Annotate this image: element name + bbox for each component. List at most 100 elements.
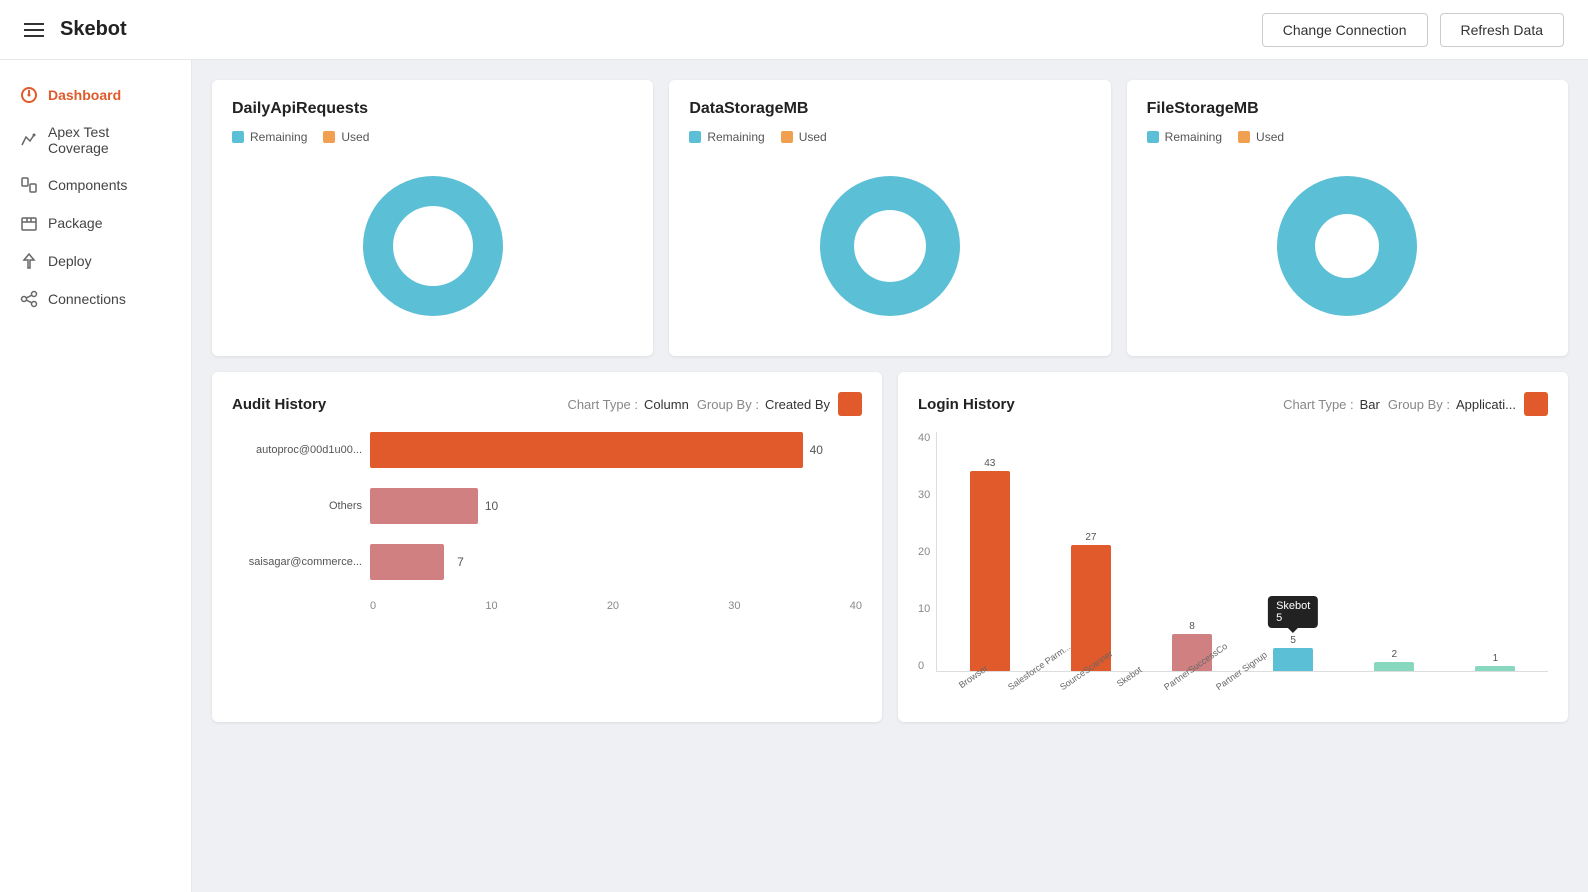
sidebar-item-connections[interactable]: Connections <box>0 280 191 318</box>
file-storage-legend: Remaining Used <box>1147 130 1548 144</box>
file-storage-remaining-legend: Remaining <box>1147 130 1222 144</box>
audit-bar-track-1: 10 <box>370 488 862 524</box>
sidebar-label-package: Package <box>48 215 102 231</box>
data-storage-legend: Remaining Used <box>689 130 1090 144</box>
file-storage-card: FileStorageMB Remaining Used <box>1127 80 1568 356</box>
ds-used-label: Used <box>799 130 827 144</box>
login-chart-header: Login History Chart Type : Bar Group By … <box>918 392 1548 416</box>
sidebar-item-deploy[interactable]: Deploy <box>0 242 191 280</box>
main-layout: Dashboard Apex Test Coverage Components <box>0 60 1588 892</box>
sidebar-label-apex: Apex Test Coverage <box>48 124 171 156</box>
login-y-3: 30 <box>918 489 930 501</box>
audit-color-swatch <box>838 392 862 416</box>
audit-bar-row-0: autoproc@00d1u00... 40 <box>232 432 862 468</box>
login-group-by: Group By : Applicati... <box>1388 397 1516 412</box>
login-color-swatch <box>1524 392 1548 416</box>
daily-api-svg <box>353 166 513 326</box>
refresh-data-button[interactable]: Refresh Data <box>1440 13 1564 47</box>
login-y-0: 0 <box>918 660 930 672</box>
login-chart-type-label: Chart Type : <box>1283 397 1354 412</box>
sidebar-item-apex[interactable]: Apex Test Coverage <box>0 114 191 166</box>
fs-remaining-label: Remaining <box>1165 130 1222 144</box>
data-storage-chart <box>689 156 1090 336</box>
audit-group-by: Group By : Created By <box>697 397 830 412</box>
login-bar-5 <box>1475 666 1515 671</box>
audit-bar-label-0: autoproc@00d1u00... <box>232 444 362 456</box>
audit-chart-type-value: Column <box>644 397 689 412</box>
login-title: Login History <box>918 396 1275 413</box>
ds-remaining-label: Remaining <box>707 130 764 144</box>
login-y-4: 40 <box>918 432 930 444</box>
audit-bar-track-2: 7 <box>370 544 862 580</box>
login-bars-container: 43 27 8 <box>936 432 1548 672</box>
fs-used-dot <box>1238 131 1250 143</box>
sidebar-label-deploy: Deploy <box>48 253 92 269</box>
daily-api-legend: Remaining Used <box>232 130 633 144</box>
tooltip-label: Skebot <box>1276 600 1310 612</box>
login-bar-val-4: 2 <box>1392 649 1398 660</box>
main-content: DailyApiRequests Remaining Used <box>192 60 1588 892</box>
audit-bar-row-2: saisagar@commerce... 7 <box>232 544 862 580</box>
connections-icon <box>20 290 38 308</box>
top-cards-row: DailyApiRequests Remaining Used <box>212 80 1568 356</box>
apex-icon <box>20 131 38 149</box>
data-storage-title: DataStorageMB <box>689 100 1090 118</box>
login-bar-group-4: 2 <box>1350 649 1439 671</box>
fs-used-label: Used <box>1256 130 1284 144</box>
used-label: Used <box>341 130 369 144</box>
audit-x-axis: 0 10 20 30 40 <box>232 600 862 612</box>
sidebar-label-components: Components <box>48 177 127 193</box>
login-bar-val-2: 8 <box>1189 621 1195 632</box>
daily-api-title: DailyApiRequests <box>232 100 633 118</box>
sidebar-item-dashboard[interactable]: Dashboard <box>0 76 191 114</box>
login-bar-val-0: 43 <box>984 458 995 469</box>
sidebar: Dashboard Apex Test Coverage Components <box>0 60 192 892</box>
tooltip-value: 5 <box>1276 612 1282 624</box>
login-chart-body: 0 10 20 30 40 43 <box>918 432 1548 702</box>
login-history-card: Login History Chart Type : Bar Group By … <box>898 372 1568 722</box>
audit-title: Audit History <box>232 396 559 413</box>
audit-bar-val-1: 10 <box>485 499 498 513</box>
audit-bar-label-2: saisagar@commerce... <box>232 556 362 568</box>
daily-api-chart <box>232 156 633 336</box>
sidebar-label-dashboard: Dashboard <box>48 87 121 103</box>
audit-chart-header: Audit History Chart Type : Column Group … <box>232 392 862 416</box>
daily-api-used-legend: Used <box>323 130 369 144</box>
audit-bar-val-2: 7 <box>457 555 464 569</box>
file-storage-used-legend: Used <box>1238 130 1284 144</box>
change-connection-button[interactable]: Change Connection <box>1262 13 1428 47</box>
fs-remaining-dot <box>1147 131 1159 143</box>
audit-bar-track-0: 40 <box>370 432 862 468</box>
sidebar-item-components[interactable]: Components <box>0 166 191 204</box>
login-bar-group-0: 43 <box>945 458 1034 671</box>
remaining-label: Remaining <box>250 130 307 144</box>
components-icon <box>20 176 38 194</box>
audit-x-3: 30 <box>728 600 740 612</box>
audit-x-1: 10 <box>485 600 497 612</box>
file-storage-svg <box>1267 166 1427 326</box>
bottom-cards-row: Audit History Chart Type : Column Group … <box>212 372 1568 722</box>
deploy-icon <box>20 252 38 270</box>
header-actions: Change Connection Refresh Data <box>1262 13 1564 47</box>
audit-bar-row-1: Others 10 <box>232 488 862 524</box>
login-chart-type-value: Bar <box>1360 397 1380 412</box>
audit-group-by-label: Group By : <box>697 397 759 412</box>
used-dot <box>323 131 335 143</box>
hamburger-menu[interactable] <box>24 23 44 37</box>
login-y-axis: 0 10 20 30 40 <box>918 432 936 672</box>
login-bar-val-5: 1 <box>1493 653 1499 664</box>
audit-bar-0: 40 <box>370 432 803 468</box>
audit-bar-val-0: 40 <box>810 443 823 457</box>
audit-group-by-value: Created By <box>765 397 830 412</box>
sidebar-label-connections: Connections <box>48 291 126 307</box>
audit-bar-1: 10 <box>370 488 478 524</box>
data-storage-remaining-legend: Remaining <box>689 130 764 144</box>
audit-history-card: Audit History Chart Type : Column Group … <box>212 372 882 722</box>
login-bar-val-3: 5 <box>1290 635 1296 646</box>
sidebar-item-package[interactable]: Package <box>0 204 191 242</box>
login-tooltip: Skebot 5 <box>1268 596 1318 628</box>
audit-x-0: 0 <box>370 600 376 612</box>
login-y-2: 20 <box>918 546 930 558</box>
audit-chart-type: Chart Type : Column <box>567 397 688 412</box>
audit-x-4: 40 <box>850 600 862 612</box>
